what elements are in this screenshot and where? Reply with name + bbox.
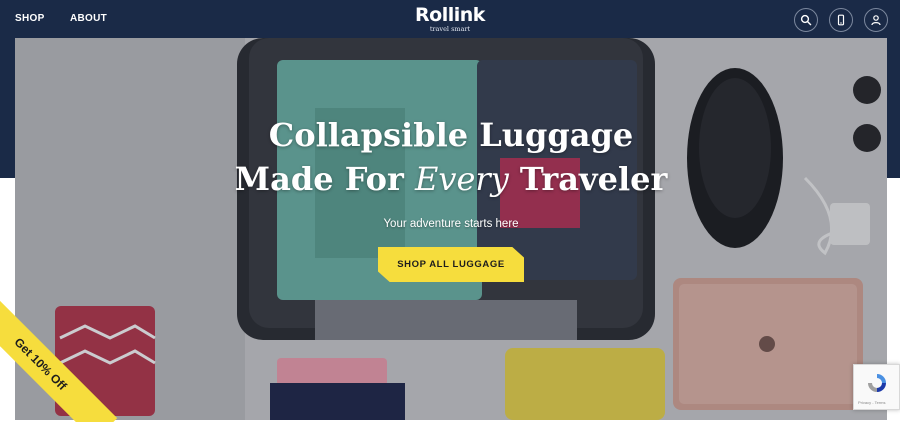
logo-wordmark: Rollink [415,4,485,26]
recaptcha-terms-text: Privacy - Terms [858,400,886,405]
site-header: SHOP ABOUT Rollink travel smart [0,0,900,38]
search-icon [800,14,812,26]
hero-subheading: Your adventure starts here [383,218,519,230]
search-button[interactable] [794,8,818,32]
headline-text-start: Made For [234,160,416,198]
hero-banner: Collapsible Luggage Made For Every Trave… [15,38,887,420]
hero-headline-line1: Collapsible Luggage [268,116,634,154]
nav-about-link[interactable]: ABOUT [70,13,107,24]
user-icon [871,15,881,26]
recaptcha-badge[interactable]: Privacy - Terms [853,364,900,410]
logo-tagline: travel smart [429,25,471,33]
account-button[interactable] [864,8,888,32]
headline-text-end: Traveler [508,160,668,198]
headline-emphasis: Every [415,160,509,198]
shop-all-luggage-button[interactable]: SHOP ALL LUGGAGE [378,247,524,282]
hero-headline-line2: Made For Every Traveler [15,159,887,199]
nav-shop-link[interactable]: SHOP [15,13,45,24]
phone-icon [837,14,845,26]
brand-logo[interactable]: Rollink travel smart [400,4,500,33]
recaptcha-icon [868,374,886,392]
phone-button[interactable] [829,8,853,32]
